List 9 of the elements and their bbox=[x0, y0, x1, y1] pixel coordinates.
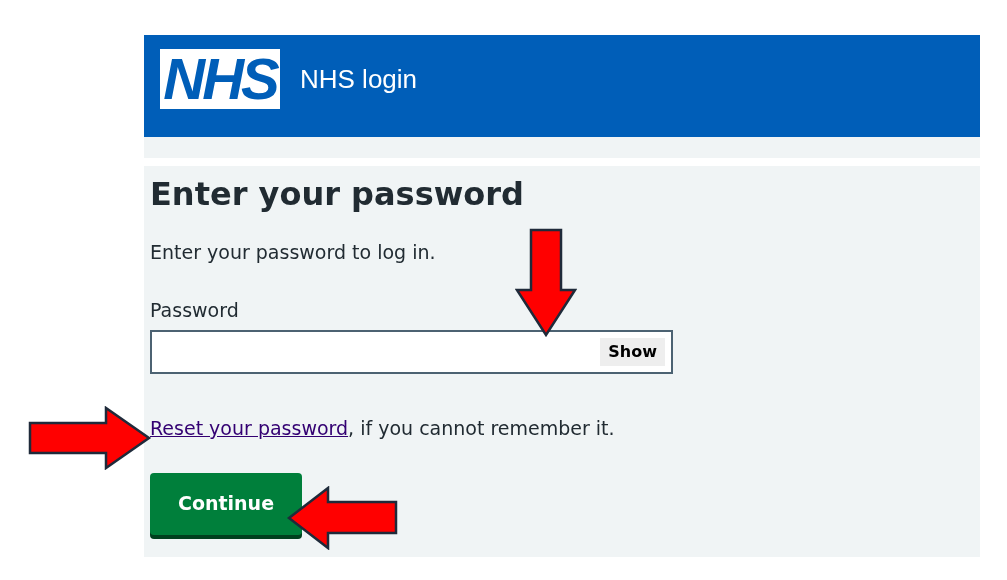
nhs-logo[interactable]: NHS bbox=[160, 49, 280, 109]
password-label: Password bbox=[150, 297, 240, 323]
service-name[interactable]: NHS login bbox=[300, 59, 418, 99]
intro-text: Enter your password to log in. bbox=[150, 240, 437, 265]
password-field[interactable]: Show bbox=[150, 330, 673, 374]
show-button[interactable]: Show bbox=[600, 338, 665, 366]
reset-password-link[interactable]: Reset your password bbox=[150, 417, 349, 439]
reset-sentence: Reset your password, if you cannot remember it. bbox=[150, 416, 616, 441]
page-heading: Enter your password bbox=[150, 174, 525, 214]
